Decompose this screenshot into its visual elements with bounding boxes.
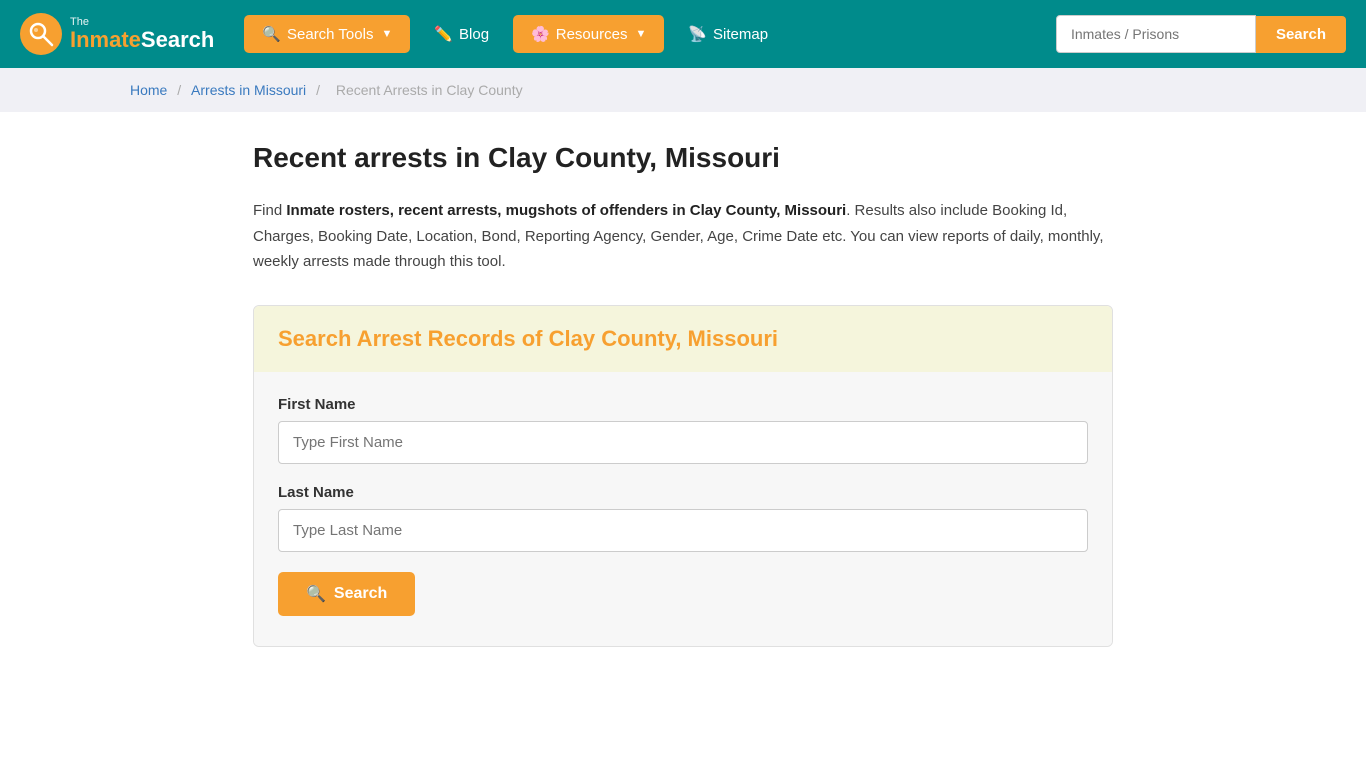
nav-search-btn-label: Search: [1276, 26, 1326, 43]
logo-text: The InmateSearch: [70, 16, 214, 52]
nav-search-input[interactable]: [1056, 15, 1256, 53]
blog-button[interactable]: ✏️ Blog: [420, 15, 503, 53]
desc-start: Find: [253, 202, 286, 219]
breadcrumb-arrests-link[interactable]: Arrests in Missouri: [191, 82, 306, 98]
page-title: Recent arrests in Clay County, Missouri: [253, 142, 1113, 174]
search-submit-icon: 🔍: [306, 584, 326, 604]
search-panel: Search Arrest Records of Clay County, Mi…: [253, 305, 1113, 647]
first-name-label: First Name: [278, 396, 1088, 413]
main-content: Recent arrests in Clay County, Missouri …: [233, 112, 1133, 687]
description: Find Inmate rosters, recent arrests, mug…: [253, 198, 1113, 275]
sitemap-button[interactable]: 📡 Sitemap: [674, 15, 782, 53]
nav-search-button[interactable]: Search: [1256, 16, 1346, 53]
search-submit-label: Search: [334, 585, 387, 603]
search-tools-button[interactable]: 🔍 Search Tools ▼: [244, 15, 410, 53]
search-panel-header: Search Arrest Records of Clay County, Mi…: [254, 306, 1112, 372]
resources-icon: 🌸: [531, 25, 550, 43]
chevron-down-icon-resources: ▼: [635, 28, 646, 40]
logo[interactable]: The InmateSearch: [20, 13, 214, 55]
sitemap-icon: 📡: [688, 25, 707, 43]
last-name-group: Last Name: [278, 484, 1088, 552]
blog-label: Blog: [459, 26, 489, 43]
search-submit-button[interactable]: 🔍 Search: [278, 572, 415, 616]
sitemap-label: Sitemap: [713, 26, 768, 43]
nav-search-box: Search: [1056, 15, 1346, 53]
first-name-input[interactable]: [278, 421, 1088, 464]
search-panel-body: First Name Last Name 🔍 Search: [254, 372, 1112, 646]
breadcrumb: Home / Arrests in Missouri / Recent Arre…: [0, 68, 1366, 112]
desc-bold: Inmate rosters, recent arrests, mugshots…: [286, 202, 846, 219]
blog-icon: ✏️: [434, 25, 453, 43]
breadcrumb-current: Recent Arrests in Clay County: [336, 82, 523, 98]
last-name-label: Last Name: [278, 484, 1088, 501]
breadcrumb-sep-1: /: [177, 82, 185, 98]
last-name-input[interactable]: [278, 509, 1088, 552]
resources-button[interactable]: 🌸 Resources ▼: [513, 15, 664, 53]
navbar: The InmateSearch 🔍 Search Tools ▼ ✏️ Blo…: [0, 0, 1366, 68]
search-panel-title: Search Arrest Records of Clay County, Mi…: [278, 326, 1088, 352]
breadcrumb-sep-2: /: [316, 82, 324, 98]
logo-icon: [20, 13, 62, 55]
search-tools-icon: 🔍: [262, 25, 281, 43]
resources-label: Resources: [556, 26, 628, 43]
first-name-group: First Name: [278, 396, 1088, 464]
chevron-down-icon: ▼: [381, 28, 392, 40]
breadcrumb-home-link[interactable]: Home: [130, 82, 167, 98]
search-tools-label: Search Tools: [287, 26, 373, 43]
